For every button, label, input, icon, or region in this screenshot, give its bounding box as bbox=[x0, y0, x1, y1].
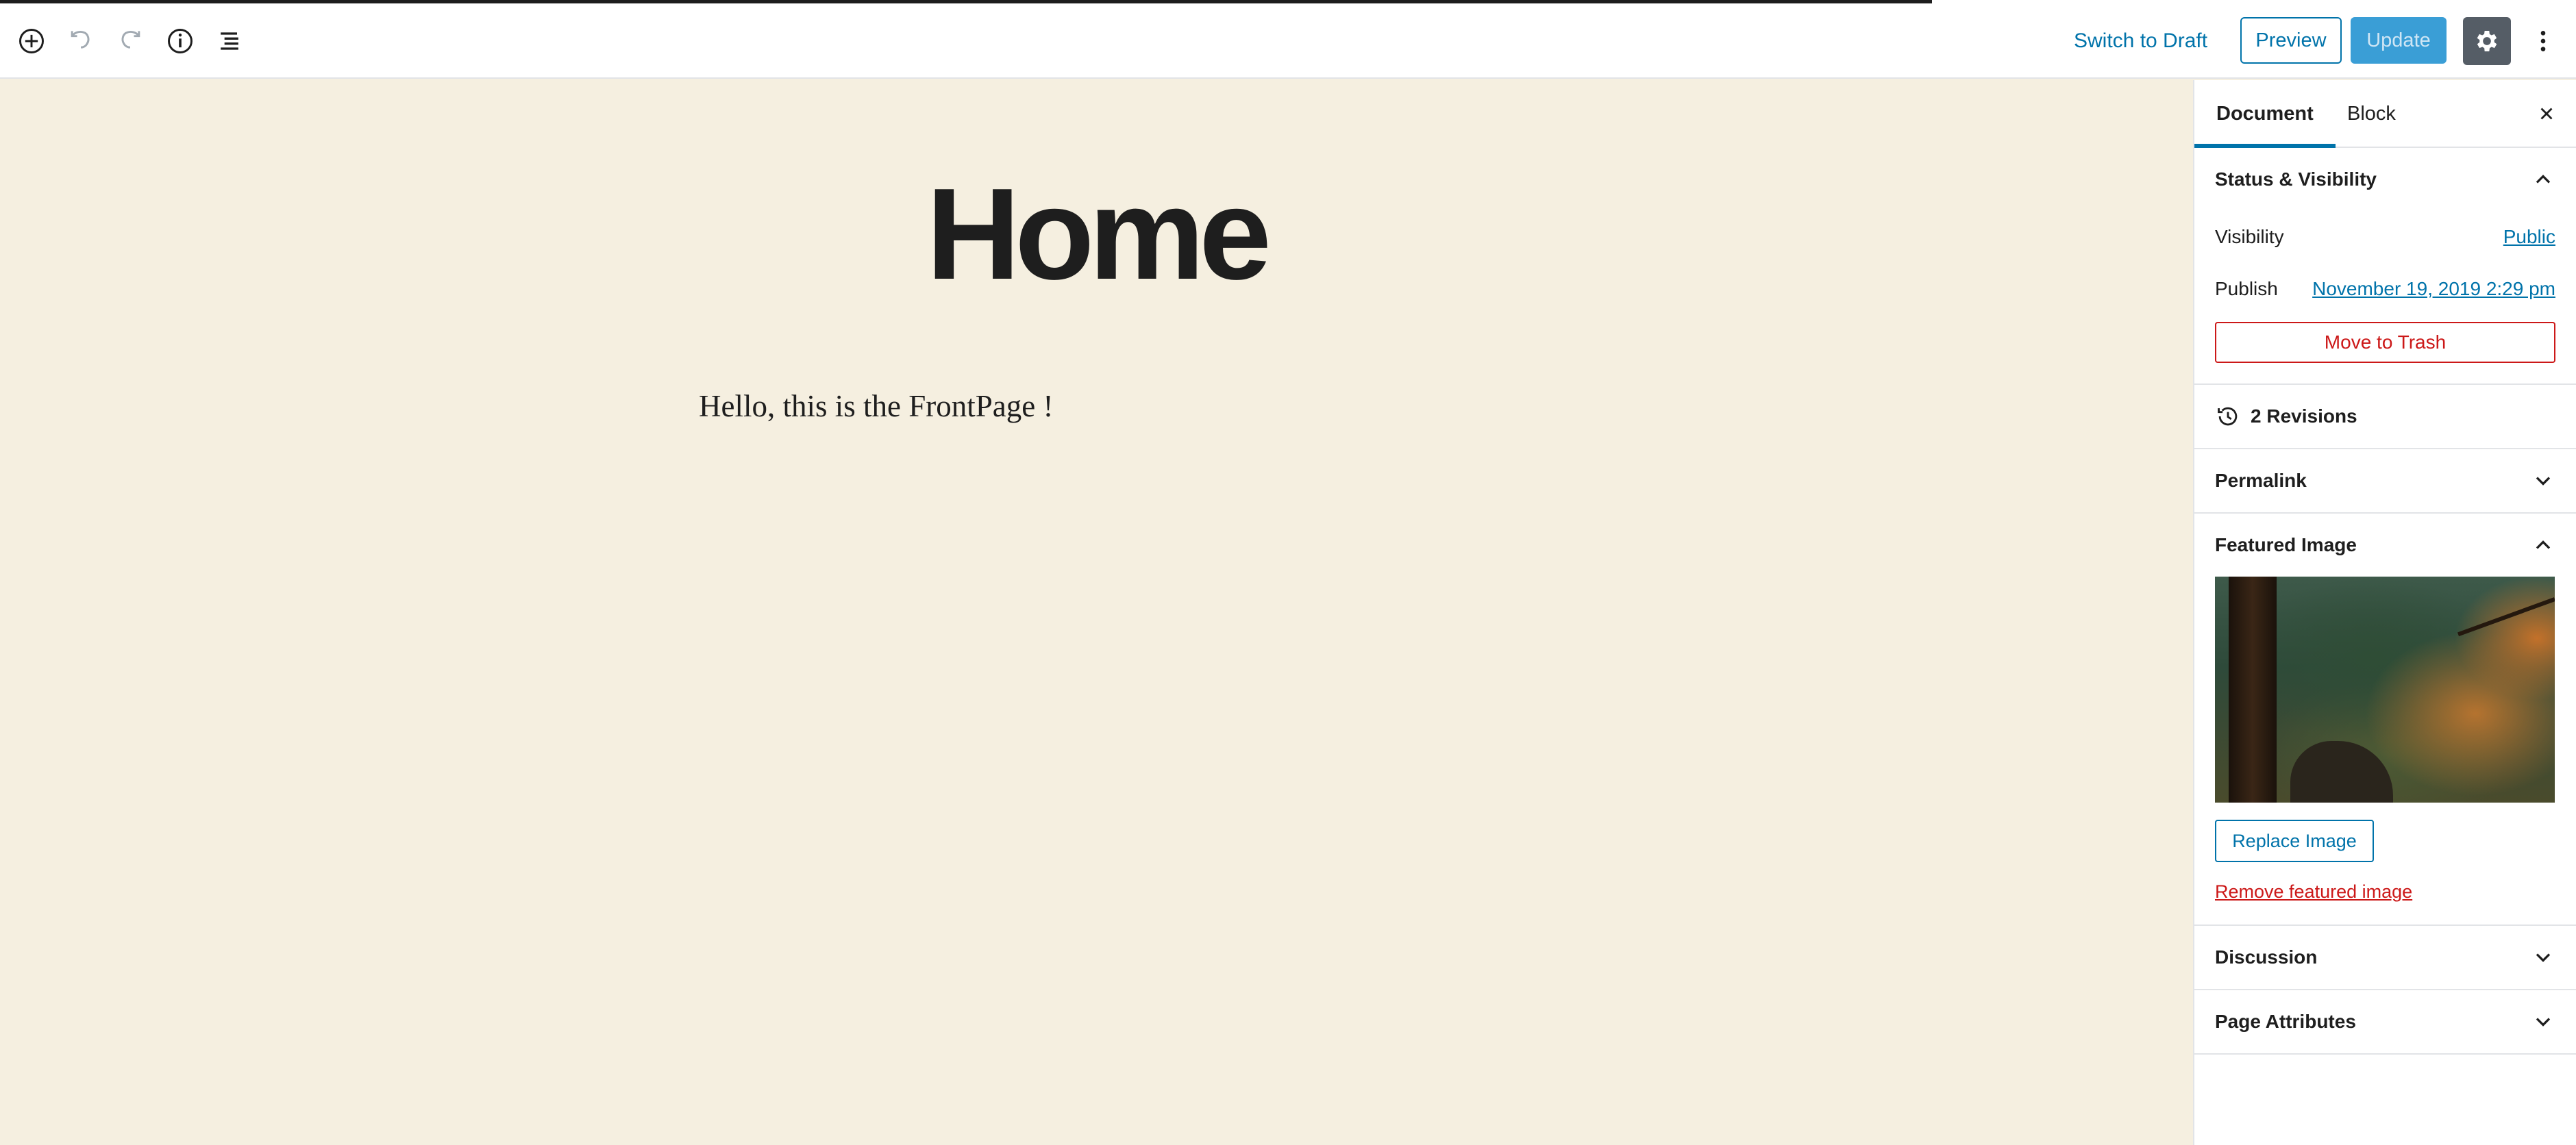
branch-shape bbox=[2457, 597, 2555, 637]
move-to-trash-button[interactable]: Move to Trash bbox=[2215, 322, 2555, 363]
featured-image-heading: Featured Image bbox=[2215, 534, 2357, 555]
discussion-panel: Discussion bbox=[2194, 926, 2576, 990]
revisions-label: 2 Revisions bbox=[2251, 405, 2357, 427]
chevron-down-icon bbox=[2536, 1018, 2551, 1027]
revisions-panel: 2 Revisions bbox=[2194, 385, 2576, 449]
editor-canvas: Home Hello, this is the FrontPage ! bbox=[0, 80, 2192, 1145]
chevron-down-icon bbox=[2536, 953, 2551, 962]
page-attributes-heading: Page Attributes bbox=[2215, 1011, 2356, 1032]
publish-date-link[interactable]: November 19, 2019 2:29 pm bbox=[2312, 278, 2555, 300]
preview-button[interactable]: Preview bbox=[2240, 17, 2342, 64]
permalink-toggle[interactable]: Permalink bbox=[2194, 449, 2576, 512]
tab-block[interactable]: Block bbox=[2325, 80, 2418, 148]
page-attributes-panel: Page Attributes bbox=[2194, 990, 2576, 1055]
replace-image-button[interactable]: Replace Image bbox=[2215, 820, 2374, 862]
featured-image-panel: Featured Image Replace Image Remove feat… bbox=[2194, 514, 2576, 926]
discussion-heading: Discussion bbox=[2215, 946, 2318, 968]
publish-label: Publish bbox=[2215, 278, 2278, 299]
discussion-toggle[interactable]: Discussion bbox=[2194, 926, 2576, 989]
publish-row: Publish November 19, 2019 2:29 pm bbox=[2194, 263, 2576, 315]
visibility-row: Visibility Public bbox=[2194, 211, 2576, 263]
permalink-heading: Permalink bbox=[2215, 470, 2307, 491]
chevron-up-icon bbox=[2536, 175, 2551, 184]
switch-to-draft-button[interactable]: Switch to Draft bbox=[2066, 20, 2216, 62]
permalink-panel: Permalink bbox=[2194, 449, 2576, 514]
visibility-label: Visibility bbox=[2215, 226, 2284, 247]
block-navigation-icon[interactable] bbox=[209, 21, 250, 62]
settings-sidebar: Document Block Status & Visibility Visib… bbox=[2193, 80, 2576, 1145]
chevron-up-icon bbox=[2536, 540, 2551, 549]
featured-image-toggle[interactable]: Featured Image bbox=[2194, 514, 2576, 577]
sidebar-tabs: Document Block bbox=[2194, 80, 2576, 148]
visibility-link[interactable]: Public bbox=[2503, 226, 2555, 248]
update-button[interactable]: Update bbox=[2351, 17, 2447, 64]
info-icon[interactable] bbox=[160, 21, 201, 62]
close-icon bbox=[2540, 108, 2553, 120]
rock-shape bbox=[2290, 741, 2393, 803]
status-visibility-toggle[interactable]: Status & Visibility bbox=[2194, 148, 2576, 211]
tree-trunk-shape bbox=[2229, 577, 2277, 803]
featured-image-thumbnail[interactable] bbox=[2215, 577, 2555, 803]
close-sidebar-button[interactable] bbox=[2529, 97, 2564, 131]
remove-featured-image-link[interactable]: Remove featured image bbox=[2215, 881, 2555, 924]
page-attributes-toggle[interactable]: Page Attributes bbox=[2194, 990, 2576, 1053]
editor-toolbar: Switch to Draft Preview Update bbox=[0, 3, 2576, 79]
gear-icon bbox=[2477, 31, 2497, 51]
history-icon bbox=[2218, 407, 2238, 426]
more-tools-button[interactable] bbox=[2523, 17, 2564, 65]
status-visibility-panel: Status & Visibility Visibility Public Pu… bbox=[2194, 148, 2576, 385]
redo-icon[interactable] bbox=[110, 21, 151, 62]
chevron-down-icon bbox=[2536, 477, 2551, 486]
revisions-link[interactable]: 2 Revisions bbox=[2194, 385, 2576, 448]
status-visibility-heading: Status & Visibility bbox=[2215, 168, 2377, 190]
more-vertical-icon bbox=[2540, 31, 2546, 51]
paragraph-block[interactable]: Hello, this is the FrontPage ! bbox=[699, 388, 1053, 424]
undo-icon[interactable] bbox=[60, 21, 101, 62]
post-title[interactable]: Home bbox=[0, 169, 2192, 299]
tab-document[interactable]: Document bbox=[2194, 80, 2336, 148]
add-block-icon[interactable] bbox=[11, 21, 52, 62]
settings-button[interactable] bbox=[2463, 17, 2511, 65]
